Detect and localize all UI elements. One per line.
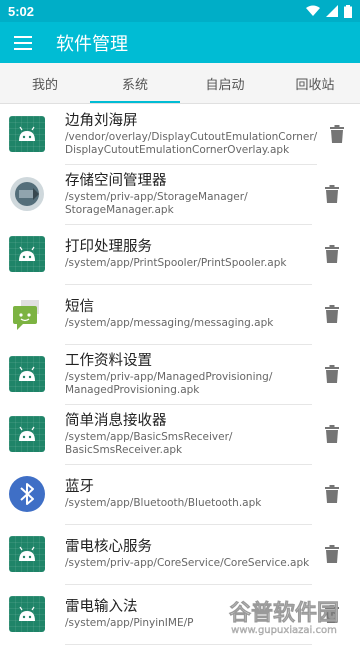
app-icon — [8, 475, 46, 513]
app-list-item[interactable]: 蓝牙/system/app/Bluetooth/Bluetooth.apk — [0, 464, 360, 525]
app-icon — [8, 175, 46, 213]
trash-icon — [325, 545, 339, 563]
android-icon — [9, 356, 45, 392]
status-time: 5:02 — [8, 3, 35, 19]
app-list-item[interactable]: 边角刘海屏/vendor/overlay/DisplayCutoutEmulat… — [0, 104, 360, 165]
app-text: 存储空间管理器/system/priv-app/StorageManager/ … — [65, 164, 312, 225]
android-icon — [9, 596, 45, 632]
app-text: 工作资料设置/system/priv-app/ManagedProvisioni… — [65, 344, 312, 405]
app-path: /system/priv-app/CoreService/CoreService… — [65, 557, 310, 569]
trash-icon — [325, 245, 339, 263]
app-text: 蓝牙/system/app/Bluetooth/Bluetooth.apk — [65, 464, 312, 525]
app-list-item[interactable]: 短信/system/app/messaging/messaging.apk — [0, 284, 360, 345]
app-text: 简单消息接收器/system/app/BasicSmsReceiver/ Bas… — [65, 404, 312, 465]
delete-button[interactable] — [312, 344, 352, 404]
tab-recycle-bin[interactable]: 回收站 — [270, 63, 360, 103]
app-list-item[interactable]: 存储空间管理器/system/priv-app/StorageManager/ … — [0, 164, 360, 225]
app-name: 打印处理服务 — [65, 239, 152, 255]
svg-text:www.gupuxiazai.com: www.gupuxiazai.com — [231, 625, 337, 636]
app-icon — [8, 115, 46, 153]
app-path: /system/priv-app/StorageManager/ Storage… — [65, 190, 248, 216]
page-title: 软件管理 — [56, 33, 128, 55]
battery-icon — [344, 4, 352, 18]
app-list-item[interactable]: 打印处理服务/system/app/PrintSpooler/PrintSpoo… — [0, 224, 360, 285]
app-icon — [8, 535, 46, 573]
tab-mine[interactable]: 我的 — [0, 63, 90, 103]
delete-button[interactable] — [312, 164, 352, 224]
trash-icon — [325, 365, 339, 383]
app-name: 雷电核心服务 — [65, 539, 152, 555]
trash-icon — [325, 425, 339, 443]
trash-icon — [325, 185, 339, 203]
tab-bar: 我的 系统 自启动 回收站 — [0, 63, 360, 104]
trash-icon — [330, 125, 345, 143]
delete-button[interactable] — [312, 224, 352, 284]
app-icon — [8, 295, 46, 333]
app-name: 边角刘海屏 — [65, 112, 138, 129]
wifi-icon — [306, 5, 320, 16]
android-icon — [9, 536, 45, 572]
app-name: 蓝牙 — [65, 479, 94, 495]
bluetooth-icon — [9, 476, 45, 512]
delete-button[interactable] — [312, 524, 352, 584]
storage-icon — [10, 177, 44, 211]
watermark-logo: 谷普软件园 www.gupuxiazai.com — [229, 600, 340, 636]
android-icon — [9, 236, 45, 272]
app-icon — [8, 355, 46, 393]
app-icon — [8, 415, 46, 453]
messaging-icon — [13, 300, 39, 330]
signal-icon — [326, 5, 338, 17]
app-path: /system/app/BasicSmsReceiver/ BasicSmsRe… — [65, 430, 233, 456]
app-path: /system/app/PrintSpooler/PrintSpooler.ap… — [65, 257, 287, 269]
delete-button[interactable] — [312, 404, 352, 464]
app-path: /system/app/messaging/messaging.apk — [65, 317, 274, 329]
android-icon — [9, 416, 45, 452]
app-bar: 软件管理 — [0, 22, 360, 63]
app-text: 边角刘海屏/vendor/overlay/DisplayCutoutEmulat… — [65, 104, 318, 165]
app-list-item[interactable]: 雷电核心服务/system/priv-app/CoreService/CoreS… — [0, 524, 360, 585]
app-path: /vendor/overlay/DisplayCutoutEmulationCo… — [65, 130, 318, 156]
delete-button[interactable] — [312, 464, 352, 524]
delete-button[interactable] — [312, 284, 352, 344]
menu-icon[interactable] — [14, 35, 32, 50]
app-name: 工作资料设置 — [65, 352, 152, 369]
app-icon — [8, 595, 46, 633]
tab-autostart[interactable]: 自启动 — [180, 63, 270, 103]
app-list: 边角刘海屏/vendor/overlay/DisplayCutoutEmulat… — [0, 104, 360, 645]
android-icon — [9, 116, 45, 152]
status-icons — [306, 4, 352, 18]
app-text: 短信/system/app/messaging/messaging.apk — [65, 284, 312, 345]
app-name: 短信 — [65, 299, 94, 315]
app-icon — [8, 235, 46, 273]
status-bar: 5:02 — [0, 0, 360, 22]
app-name: 存储空间管理器 — [65, 172, 167, 189]
delete-button[interactable] — [317, 104, 357, 164]
trash-icon — [325, 485, 339, 503]
tab-system[interactable]: 系统 — [90, 63, 180, 103]
trash-icon — [325, 305, 339, 323]
app-text: 雷电核心服务/system/priv-app/CoreService/CoreS… — [65, 524, 312, 585]
app-list-item[interactable]: 简单消息接收器/system/app/BasicSmsReceiver/ Bas… — [0, 404, 360, 465]
svg-text:谷普软件园: 谷普软件园 — [229, 600, 339, 626]
app-list-item[interactable]: 工作资料设置/system/priv-app/ManagedProvisioni… — [0, 344, 360, 405]
app-text: 打印处理服务/system/app/PrintSpooler/PrintSpoo… — [65, 224, 312, 285]
app-path: /system/priv-app/ManagedProvisioning/ Ma… — [65, 370, 273, 396]
app-path: /system/app/Bluetooth/Bluetooth.apk — [65, 497, 262, 509]
app-name: 简单消息接收器 — [65, 412, 167, 429]
